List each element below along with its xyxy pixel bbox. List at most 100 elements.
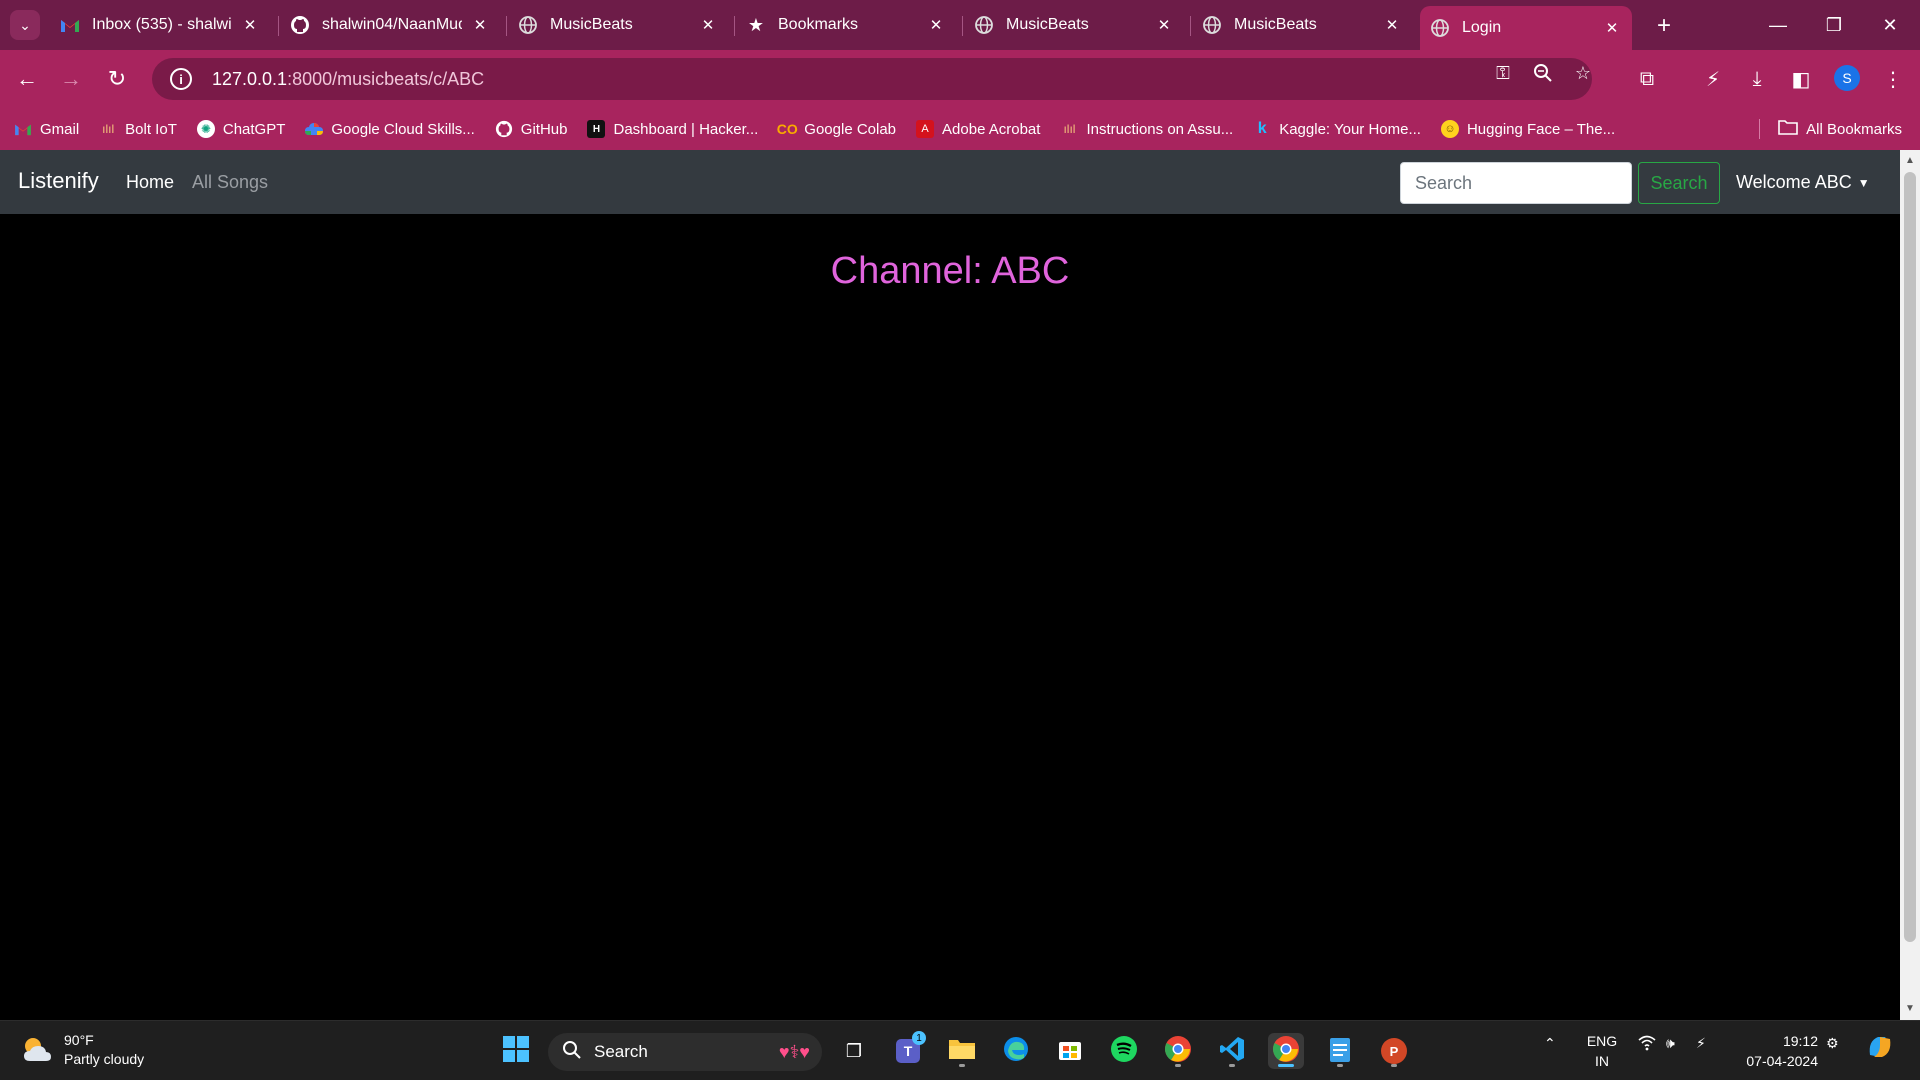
chrome-button-active[interactable] (1268, 1033, 1304, 1069)
close-icon[interactable]: ✕ (240, 15, 260, 35)
notification-badge: 1 (912, 1031, 926, 1045)
tab-title: shalwin04/NaanMudh (322, 16, 462, 33)
page-scrollbar[interactable]: ▲ ▼ (1900, 150, 1920, 1020)
close-icon[interactable]: ✕ (470, 15, 490, 35)
taskbar-search[interactable]: Search ♥⚕♥ (548, 1033, 822, 1071)
volume-icon[interactable]: 🕪 (1666, 1035, 1675, 1052)
teams-button[interactable]: T 1 (890, 1031, 926, 1069)
bookmark-hackerrank[interactable]: H Dashboard | Hacker... (587, 120, 758, 138)
tab-github[interactable]: shalwin04/NaanMudh ✕ (280, 8, 500, 42)
bookmark-label: GitHub (520, 120, 568, 138)
waveform-icon: ılıl (1063, 122, 1076, 136)
tab-gmail[interactable]: Inbox (535) - shalwin ✕ (50, 8, 270, 42)
bookmark-bolt-iot[interactable]: ılıl Bolt IoT (99, 120, 177, 138)
password-key-icon[interactable]: ⚿ (1488, 58, 1518, 88)
microsoft-store-button[interactable] (1052, 1033, 1088, 1069)
bookmark-google-colab[interactable]: CO Google Colab (777, 120, 896, 138)
zoom-icon[interactable] (1528, 58, 1558, 88)
bookmark-chatgpt[interactable]: ✺ ChatGPT (196, 120, 285, 138)
powerpoint-button[interactable]: P (1376, 1033, 1412, 1069)
language-indicator[interactable]: ENG IN (1582, 1031, 1622, 1071)
start-button[interactable] (498, 1033, 534, 1069)
running-indicator (1175, 1064, 1181, 1067)
chrome-profile-button[interactable] (1160, 1033, 1196, 1069)
search-button[interactable]: Search (1638, 162, 1720, 204)
tab-bookmarks[interactable]: ★ Bookmarks ✕ (736, 8, 956, 42)
bookmark-label: Kaggle: Your Home... (1279, 120, 1421, 138)
bookmark-label: Gmail (40, 120, 80, 138)
url-path: :8000/musicbeats/c/ABC (287, 68, 485, 89)
notepad-button[interactable] (1322, 1033, 1358, 1069)
close-icon[interactable]: ✕ (698, 15, 718, 35)
show-hidden-icons-chevron[interactable]: ⌃ (1544, 1035, 1556, 1052)
taskbar-search-label: Search (594, 1042, 648, 1061)
bookmark-instructions[interactable]: ılıl Instructions on Assu... (1060, 120, 1233, 138)
clock[interactable]: 19:12 07-04-2024 (1736, 1031, 1818, 1071)
spotify-button[interactable] (1106, 1033, 1142, 1069)
bookmark-gmail[interactable]: Gmail (14, 120, 79, 138)
download-icon[interactable]: ⤓ (1738, 60, 1776, 98)
folder-icon (1778, 119, 1798, 139)
site-info-icon[interactable]: i (170, 68, 192, 90)
bookmark-google-cloud[interactable]: Google Cloud Skills... (305, 120, 475, 138)
close-icon[interactable]: ✕ (926, 15, 946, 35)
bookmark-github[interactable]: GitHub (495, 120, 568, 138)
weather-desc: Partly cloudy (64, 1051, 145, 1067)
all-bookmarks-button[interactable]: All Bookmarks (1759, 119, 1902, 139)
close-window-button[interactable]: ✕ (1870, 10, 1910, 40)
close-icon[interactable]: ✕ (1154, 15, 1174, 35)
new-tab-button[interactable]: + (1650, 12, 1678, 40)
battery-icon[interactable]: ⚡ (1696, 1035, 1706, 1052)
chevron-down-icon: ⌄ (19, 16, 31, 33)
bookmark-kaggle[interactable]: k Kaggle: Your Home... (1253, 120, 1421, 138)
search-input[interactable] (1400, 162, 1632, 204)
performance-icon[interactable]: ⚡ (1694, 60, 1732, 98)
tab-login[interactable]: Login ✕ (1420, 6, 1632, 50)
github-icon (495, 120, 513, 138)
edge-button[interactable] (998, 1033, 1034, 1069)
tab-title: MusicBeats (550, 16, 633, 33)
bookmark-hugging-face[interactable]: ☺ Hugging Face – The... (1440, 120, 1615, 138)
scrollbar-thumb[interactable] (1904, 172, 1916, 942)
address-bar[interactable]: i 127.0.0.1:8000/musicbeats/c/ABC (152, 58, 1592, 100)
side-panel-icon[interactable]: ◧ (1782, 60, 1820, 98)
forward-button[interactable]: → (52, 60, 90, 98)
running-indicator (1229, 1064, 1235, 1067)
wifi-icon[interactable] (1638, 1035, 1656, 1054)
reload-button[interactable]: ↻ (98, 60, 136, 98)
profile-avatar[interactable]: S (1834, 65, 1860, 91)
tab-title: Inbox (535) - shalwin (92, 16, 232, 33)
task-view-button[interactable]: ❐ (836, 1033, 872, 1069)
scroll-up-icon[interactable]: ▲ (1904, 154, 1916, 166)
copilot-icon[interactable] (1866, 1033, 1894, 1064)
tab-musicbeats-2[interactable]: MusicBeats ✕ (964, 8, 1184, 42)
more-menu-icon[interactable]: ⋮ (1874, 60, 1912, 98)
running-indicator (959, 1064, 965, 1067)
chrome-icon (1272, 1035, 1300, 1068)
close-icon[interactable]: ✕ (1382, 15, 1402, 35)
minimize-button[interactable]: — (1758, 10, 1798, 40)
language-code: ENG (1586, 1033, 1618, 1049)
site-brand[interactable]: Listenify (18, 168, 99, 194)
notification-settings-icon[interactable]: ⚙ (1826, 1035, 1839, 1052)
globe-icon (1202, 15, 1222, 35)
restore-button[interactable]: ❐ (1814, 10, 1854, 40)
back-button[interactable]: ← (8, 60, 46, 98)
close-icon[interactable]: ✕ (1602, 18, 1622, 38)
bookmark-label: Adobe Acrobat (942, 120, 1041, 138)
tab-musicbeats-3[interactable]: MusicBeats ✕ (1192, 8, 1412, 42)
vscode-button[interactable] (1214, 1033, 1250, 1069)
user-dropdown[interactable]: Welcome ABC ▼ (1736, 172, 1870, 193)
file-explorer-button[interactable] (944, 1033, 980, 1069)
tab-musicbeats-1[interactable]: MusicBeats ✕ (508, 8, 728, 42)
nav-home-link[interactable]: Home (126, 172, 174, 193)
scroll-down-icon[interactable]: ▼ (1904, 1002, 1916, 1014)
extensions-icon[interactable]: ⧉ (1628, 60, 1666, 98)
arrow-right-icon: → (60, 66, 82, 91)
globe-icon (974, 15, 994, 35)
weather-widget[interactable]: 90°F Partly cloudy (20, 1031, 144, 1069)
bookmark-star-icon[interactable]: ☆ (1568, 58, 1598, 88)
bookmark-adobe-acrobat[interactable]: A Adobe Acrobat (916, 120, 1040, 138)
nav-all-songs-link[interactable]: All Songs (192, 172, 268, 193)
tab-search-button[interactable]: ⌄ (10, 10, 40, 40)
